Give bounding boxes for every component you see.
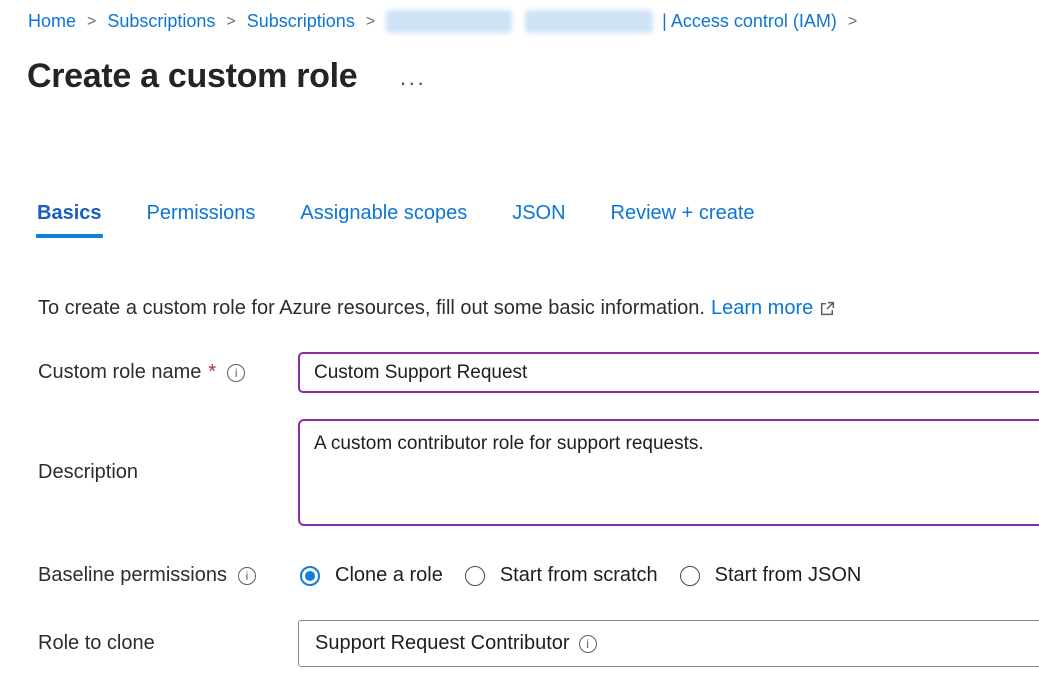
role-to-clone-label-group: Role to clone	[38, 632, 298, 655]
chevron-right-icon: >	[848, 13, 857, 31]
wizard-tabs: Basics Permissions Assignable scopes JSO…	[0, 200, 1039, 227]
custom-role-name-label-group: Custom role name * i	[38, 361, 298, 384]
tab-json[interactable]: JSON	[512, 200, 565, 227]
page-title: Create a custom role	[27, 57, 357, 96]
basics-form: Custom role name * i Description A custo…	[0, 352, 1039, 667]
intro-sentence: To create a custom role for Azure resour…	[38, 297, 705, 320]
page-header: Create a custom role ···	[0, 53, 1039, 100]
radio-clone-a-role[interactable]: Clone a role	[300, 564, 443, 587]
description-textarea[interactable]: A custom contributor role for support re…	[298, 419, 1039, 526]
learn-more-link[interactable]: Learn more	[711, 297, 813, 320]
more-options-icon[interactable]: ···	[399, 78, 425, 88]
chevron-right-icon: >	[366, 13, 375, 31]
breadcrumb-link-access-control-iam[interactable]: | Access control (IAM)	[662, 11, 837, 32]
radio-start-from-json-label: Start from JSON	[715, 564, 862, 587]
tab-review-create[interactable]: Review + create	[611, 200, 755, 227]
info-icon[interactable]: i	[238, 567, 256, 585]
custom-role-name-row: Custom role name * i	[38, 352, 1039, 393]
tab-permissions[interactable]: Permissions	[147, 200, 256, 227]
radio-clone-a-role-label: Clone a role	[335, 564, 443, 587]
baseline-permissions-row: Baseline permissions i Clone a role Star…	[38, 564, 1039, 587]
radio-start-from-json[interactable]: Start from JSON	[680, 564, 862, 587]
role-to-clone-row: Role to clone Support Request Contributo…	[38, 620, 1039, 667]
intro-text: To create a custom role for Azure resour…	[0, 297, 1039, 320]
tab-basics[interactable]: Basics	[37, 200, 102, 227]
tab-assignable-scopes[interactable]: Assignable scopes	[300, 200, 467, 227]
redacted-subscription-name	[386, 10, 653, 33]
custom-role-name-label: Custom role name	[38, 361, 201, 384]
chevron-right-icon: >	[226, 13, 235, 31]
breadcrumb-link-subscriptions-2[interactable]: Subscriptions	[247, 11, 355, 32]
description-label-group: Description	[38, 461, 298, 484]
redaction-blob	[386, 10, 512, 33]
role-to-clone-combobox[interactable]: Support Request Contributor i	[298, 620, 1039, 667]
description-label: Description	[38, 461, 138, 484]
breadcrumb-link-home[interactable]: Home	[28, 11, 76, 32]
info-icon[interactable]: i	[579, 635, 597, 653]
breadcrumb-link-subscriptions[interactable]: Subscriptions	[107, 11, 215, 32]
breadcrumb: Home > Subscriptions > Subscriptions > |…	[0, 0, 1039, 33]
external-link-icon	[819, 300, 836, 317]
radio-start-from-scratch-label: Start from scratch	[500, 564, 658, 587]
baseline-permissions-radio-group: Clone a role Start from scratch Start fr…	[298, 564, 1039, 587]
role-to-clone-value: Support Request Contributor	[315, 632, 570, 655]
chevron-right-icon: >	[87, 13, 96, 31]
baseline-permissions-label-group: Baseline permissions i	[38, 564, 298, 587]
role-to-clone-label: Role to clone	[38, 632, 155, 655]
radio-unselected-icon[interactable]	[680, 566, 700, 586]
radio-start-from-scratch[interactable]: Start from scratch	[465, 564, 658, 587]
baseline-permissions-label: Baseline permissions	[38, 564, 227, 587]
description-row: Description A custom contributor role fo…	[38, 419, 1039, 526]
radio-unselected-icon[interactable]	[465, 566, 485, 586]
required-asterisk: *	[208, 361, 216, 384]
info-icon[interactable]: i	[227, 364, 245, 382]
redaction-blob	[525, 10, 653, 33]
custom-role-name-input[interactable]	[298, 352, 1039, 393]
radio-selected-icon[interactable]	[300, 566, 320, 586]
